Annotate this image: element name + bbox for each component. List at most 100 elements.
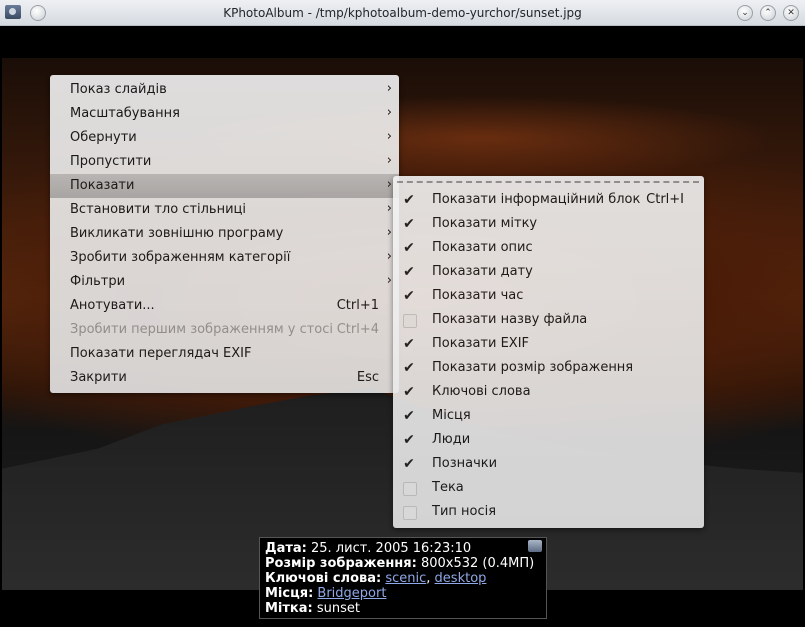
- menu-item-label: Зробити зображенням категорії: [70, 250, 291, 265]
- menu-item-label: Зробити першим зображенням у стосі: [70, 322, 334, 337]
- info-size-label: Розмір зображення:: [265, 556, 417, 571]
- unchecked-box-icon[interactable]: [403, 314, 417, 328]
- checkmark-icon[interactable]: ✔: [401, 408, 417, 424]
- menu-item-shortcut: Ctrl+4: [336, 322, 379, 337]
- menu-item[interactable]: Фільтри ›: [50, 270, 399, 294]
- submenu-arrow-icon: ›: [386, 201, 392, 216]
- checkmark-icon[interactable]: ✔: [401, 264, 417, 280]
- submenu-item[interactable]: ✔ Показати мітку: [393, 212, 704, 236]
- submenu-arrow-icon: ›: [386, 129, 392, 144]
- info-tag-value: sunset: [316, 601, 360, 616]
- menu-item-label: Пропустити: [70, 154, 152, 169]
- checkmark-icon[interactable]: ✔: [401, 456, 417, 472]
- submenu-item[interactable]: ✔ Люди: [393, 428, 704, 452]
- menu-item[interactable]: Показ слайдів ›: [50, 78, 399, 102]
- menu-item[interactable]: Викликати зовнішню програму ›: [50, 222, 399, 246]
- info-places-label: Місця:: [265, 586, 314, 601]
- keyword-link-scenic[interactable]: scenic: [385, 571, 426, 586]
- submenu-item[interactable]: ✔ Позначки: [393, 452, 704, 476]
- submenu-arrow-icon: ›: [386, 153, 392, 168]
- submenu-item-label: Позначки: [432, 456, 498, 471]
- checkmark-icon[interactable]: ✔: [401, 360, 417, 376]
- menu-item[interactable]: Встановити тло стільниці ›: [50, 198, 399, 222]
- menu-item-label: Встановити тло стільниці: [70, 202, 247, 217]
- info-date-value: 25. лист. 2005 16:23:10: [311, 541, 472, 556]
- submenu-item[interactable]: ✔ Показати дату: [393, 260, 704, 284]
- menu-item-label: Викликати зовнішню програму: [70, 226, 284, 241]
- menu-item[interactable]: Обернути ›: [50, 126, 399, 150]
- submenu-arrow-icon: ›: [386, 81, 392, 96]
- info-size-value: 800x532 (0.4МП): [420, 556, 535, 571]
- menu-item[interactable]: Показати ›: [50, 174, 399, 198]
- submenu-arrow-icon: ›: [386, 177, 392, 192]
- info-box: Дата: 25. лист. 2005 16:23:10 Розмір зоб…: [259, 537, 547, 619]
- menu-item-label: Показати переглядач EXIF: [70, 346, 252, 361]
- submenu-item-label: Місця: [432, 408, 471, 423]
- menu-item[interactable]: Показати переглядач EXIF: [50, 342, 399, 366]
- place-link-bridgeport[interactable]: Bridgeport: [317, 586, 386, 601]
- keyword-separator: ,: [426, 571, 435, 586]
- menu-item[interactable]: Пропустити ›: [50, 150, 399, 174]
- submenu-item[interactable]: ✔ Показати інформаційний блок Ctrl+I: [393, 188, 704, 212]
- submenu-item[interactable]: ✔ Показати час: [393, 284, 704, 308]
- submenu-item-label: Показати інформаційний блок: [432, 192, 641, 207]
- tear-off-separator[interactable]: [397, 181, 699, 183]
- submenu-arrow-icon: ›: [386, 225, 392, 240]
- menu-item[interactable]: Анотувати... Ctrl+1: [50, 294, 399, 318]
- submenu-item[interactable]: ✔ Показати розмір зображення: [393, 356, 704, 380]
- minimize-button[interactable]: ⌄: [737, 5, 753, 21]
- menu-item-label: Фільтри: [70, 274, 126, 289]
- close-button[interactable]: ✕: [783, 5, 799, 21]
- menu-item[interactable]: Закрити Esc: [50, 366, 399, 390]
- submenu-item-label: Показати час: [432, 288, 524, 303]
- checkmark-icon[interactable]: ✔: [401, 432, 417, 448]
- checkmark-icon[interactable]: ✔: [401, 336, 417, 352]
- checkmark-icon[interactable]: ✔: [401, 216, 417, 232]
- menu-item-label: Масштабування: [70, 106, 180, 121]
- menu-item[interactable]: Зробити першим зображенням у стосі Ctrl+4: [50, 318, 399, 342]
- submenu-item[interactable]: Тека: [393, 476, 704, 500]
- checkmark-icon[interactable]: ✔: [401, 240, 417, 256]
- submenu-item-label: Показати опис: [432, 240, 533, 255]
- info-box-menu-icon[interactable]: [528, 540, 542, 552]
- menu-item-shortcut: Esc: [356, 370, 379, 385]
- info-size-row: Розмір зображення: 800x532 (0.4МП): [265, 556, 541, 571]
- submenu-item[interactable]: ✔ Показати опис: [393, 236, 704, 260]
- checkmark-icon[interactable]: ✔: [401, 192, 417, 208]
- info-keywords-label: Ключові слова:: [265, 571, 382, 586]
- submenu-item-shortcut: Ctrl+I: [646, 192, 684, 207]
- menu-item-label: Показ слайдів: [70, 82, 167, 97]
- info-date-label: Дата:: [265, 541, 307, 556]
- info-tag-row: Мітка: sunset: [265, 601, 541, 616]
- unchecked-box-icon[interactable]: [403, 482, 417, 496]
- submenu-item[interactable]: ✔ Ключові слова: [393, 380, 704, 404]
- menu-item-label: Обернути: [70, 130, 137, 145]
- unchecked-box-icon[interactable]: [403, 506, 417, 520]
- submenu-item-label: Люди: [432, 432, 471, 447]
- submenu-arrow-icon: ›: [386, 273, 392, 288]
- submenu-item[interactable]: Показати назву файла: [393, 308, 704, 332]
- submenu-item-label: Ключові слова: [432, 384, 531, 399]
- submenu-item-label: Показати назву файла: [432, 312, 588, 327]
- keyword-link-desktop[interactable]: desktop: [435, 571, 487, 586]
- show-submenu: ✔ Показати інформаційний блок Ctrl+I ✔ Показ…: [393, 176, 704, 528]
- submenu-arrow-icon: ›: [386, 105, 392, 120]
- checkmark-icon[interactable]: ✔: [401, 384, 417, 400]
- submenu-item[interactable]: ✔ Показати EXIF: [393, 332, 704, 356]
- maximize-button[interactable]: ⌃: [760, 5, 776, 21]
- info-tag-label: Мітка:: [265, 601, 313, 616]
- window-title: KPhotoAlbum - /tmp/kphotoalbum-demo-yurc…: [223, 6, 582, 20]
- menu-item[interactable]: Зробити зображенням категорії ›: [50, 246, 399, 270]
- menu-item-label: Закрити: [70, 370, 127, 385]
- submenu-item-label: Показати дату: [432, 264, 533, 279]
- submenu-item-label: Показати EXIF: [432, 336, 530, 351]
- menu-item[interactable]: Масштабування ›: [50, 102, 399, 126]
- submenu-item[interactable]: Тип носія: [393, 500, 704, 524]
- submenu-item-label: Тип носія: [432, 504, 497, 519]
- submenu-item[interactable]: ✔ Місця: [393, 404, 704, 428]
- checkmark-icon[interactable]: ✔: [401, 288, 417, 304]
- info-keywords-row: Ключові слова: scenic, desktop: [265, 571, 541, 586]
- submenu-item-label: Показати мітку: [432, 216, 538, 231]
- info-places-row: Місця: Bridgeport: [265, 586, 541, 601]
- menu-item-label: Показати: [70, 178, 135, 193]
